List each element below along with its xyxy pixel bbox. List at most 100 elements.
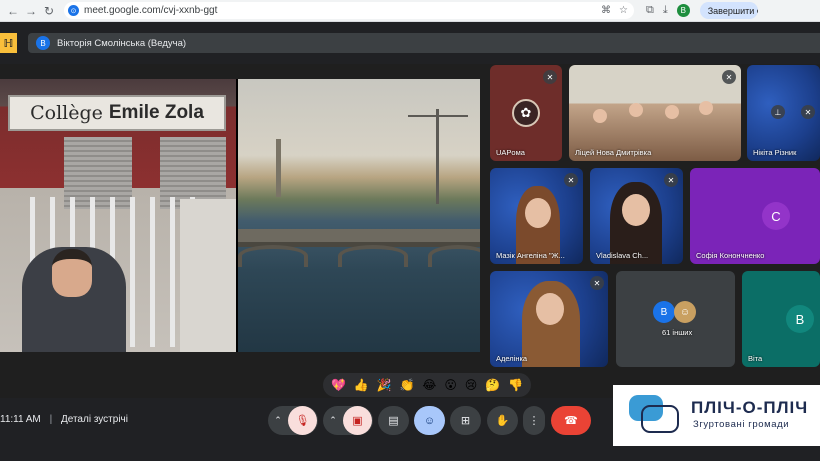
- participant-face: [536, 293, 564, 325]
- hang-up-icon: ☎: [564, 415, 578, 427]
- forward-icon[interactable]: →: [22, 2, 40, 20]
- bridge-arch: [428, 245, 480, 267]
- participant-name: Vladislava Ch...: [596, 251, 649, 260]
- mic-control-group: ⌃ 🎙: [268, 406, 318, 435]
- others-count: 61 інших: [662, 328, 693, 337]
- boy-head: [52, 249, 92, 297]
- more-vert-icon: ⋮: [528, 415, 540, 427]
- participant-name: Віта: [748, 354, 763, 363]
- thinking-reaction-icon[interactable]: 🤔: [485, 378, 500, 392]
- browser-toolbar: ← → ↻ ⊙ meet.google.com/cvj-xxnb-ggt ⌘ ☆…: [0, 0, 820, 22]
- address-bar[interactable]: ⊙ meet.google.com/cvj-xxnb-ggt ⌘ ☆: [64, 2, 634, 19]
- bookmark-star-icon[interactable]: ☆: [619, 5, 628, 16]
- eiffel-tower: [276, 139, 281, 197]
- party-reaction-icon[interactable]: 🎉: [377, 378, 392, 392]
- participant-avatar: B: [653, 301, 675, 323]
- meeting-info: 11:11 AM | Деталі зустрічі: [0, 414, 128, 425]
- presenter-label: Вікторія Смолінська (Ведуча): [57, 37, 187, 49]
- pin-icon[interactable]: ⊥: [771, 105, 785, 119]
- bridge-arch: [338, 245, 408, 267]
- brand-logo-overlay: ПЛІЧ-О-ПЛІЧ Згуртовані громади: [613, 385, 820, 446]
- others-tile[interactable]: B ☺ 61 інших: [616, 271, 735, 367]
- reactions-bar: 💖 👍 🎉 👏 😂 😮 😢 🤔 👎: [323, 373, 531, 397]
- mic-off-icon: ✕: [722, 70, 736, 84]
- mic-off-icon: ✕: [543, 70, 557, 84]
- participant-face: [525, 198, 551, 228]
- participant-avatar: ✿: [512, 99, 540, 127]
- sign-word-2: Emile Zola: [108, 102, 204, 123]
- separator: |: [49, 414, 53, 425]
- participant-name: Ліцей Нова Дмитрівка: [575, 148, 652, 157]
- presenter-avatar: B: [36, 36, 50, 50]
- reload-icon[interactable]: ↻: [40, 2, 58, 20]
- crane-arm: [408, 115, 468, 117]
- presentation-stage[interactable]: Collège Emile Zola 👏 👏 👏: [0, 79, 480, 352]
- mic-off-icon: ✕: [664, 173, 678, 187]
- student-face: [629, 103, 643, 117]
- camera-control-group: ⌃ ▣: [323, 406, 373, 435]
- participant-tile[interactable]: ✕ Аделінка: [490, 271, 608, 367]
- participant-tile[interactable]: ⊥ ✕ Нікіта Різник: [747, 65, 820, 161]
- meeting-time: 11:11 AM: [0, 414, 41, 425]
- laugh-reaction-icon[interactable]: 😂: [422, 378, 436, 392]
- logo-title: ПЛІЧ-О-ПЛІЧ: [691, 398, 809, 417]
- presenter-bar[interactable]: B Вікторія Смолінська (Ведуча): [28, 33, 820, 53]
- participant-name: Софія Конончненко: [696, 251, 765, 260]
- participant-name: Аделінка: [496, 354, 528, 363]
- heart-reaction-icon[interactable]: 💖: [331, 378, 346, 392]
- participant-tile[interactable]: B Віта: [742, 271, 820, 367]
- url-text: meet.google.com/cvj-xxnb-ggt: [84, 5, 218, 16]
- logo-bubble-outline-icon: [641, 405, 679, 433]
- back-icon[interactable]: ←: [4, 2, 22, 20]
- update-button[interactable]: Завершити о: [699, 2, 758, 19]
- participant-name: UAPoма: [496, 148, 525, 157]
- participant-avatar-image: ☺: [674, 301, 696, 323]
- bridge-arch: [238, 245, 308, 267]
- present-screen-button[interactable]: ⊞: [450, 406, 481, 435]
- pillar: [180, 199, 236, 352]
- participant-tile[interactable]: ✕ Мазік Ангеліна "Ж...: [490, 168, 583, 264]
- participant-tile[interactable]: ✕ Ліцей Нова Дмитрівка: [569, 65, 741, 161]
- camera-off-button[interactable]: ▣: [343, 406, 372, 435]
- participant-name: Мазік Ангеліна "Ж...: [496, 251, 565, 260]
- download-icon[interactable]: ⤓: [663, 4, 668, 17]
- mic-options-chevron-icon[interactable]: ⌃: [268, 415, 288, 426]
- surprised-reaction-icon[interactable]: 😮: [444, 378, 457, 392]
- mic-off-button[interactable]: 🎙: [288, 406, 317, 435]
- extensions-icon[interactable]: ⧉: [646, 4, 654, 17]
- emoji-button[interactable]: ☺: [414, 406, 445, 435]
- thumbs-up-reaction-icon[interactable]: 👍: [354, 378, 369, 392]
- present-icon: ⊞: [460, 415, 471, 427]
- clap-reaction-icon[interactable]: 👏: [400, 378, 415, 392]
- site-info-icon[interactable]: ⊙: [68, 5, 79, 16]
- profile-avatar[interactable]: B: [676, 4, 690, 17]
- sad-reaction-icon[interactable]: 😢: [465, 378, 478, 392]
- student-face: [665, 105, 679, 119]
- participant-tile[interactable]: C Софія Конончненко: [690, 168, 820, 264]
- meeting-details-link[interactable]: Деталі зустрічі: [61, 414, 128, 425]
- participant-tile[interactable]: ✿ ✕ UAPoма: [490, 65, 562, 161]
- mic-off-icon: ✕: [801, 105, 815, 119]
- camera-options-chevron-icon[interactable]: ⌃: [323, 415, 343, 426]
- sign-word-1: Collège: [30, 102, 103, 124]
- student-face: [699, 101, 713, 115]
- student-face: [593, 109, 607, 123]
- participant-name: Нікіта Різник: [753, 148, 797, 157]
- captions-button[interactable]: ▤: [378, 406, 409, 435]
- participant-tile[interactable]: ✕ Vladislava Ch...: [590, 168, 683, 264]
- school-photo: Collège Emile Zola 👏 👏 👏: [0, 79, 236, 352]
- leave-call-button[interactable]: ☎: [551, 406, 591, 435]
- logo-subtitle: Згуртовані громади: [693, 419, 790, 430]
- captions-icon: ▤: [388, 415, 399, 427]
- translate-icon[interactable]: ⌘: [601, 5, 611, 16]
- participant-face: [622, 194, 650, 226]
- mic-off-icon: ✕: [564, 173, 578, 187]
- paris-bridge-photo: [238, 79, 480, 352]
- raise-hand-button[interactable]: ✋: [487, 406, 518, 435]
- crane-mast: [436, 109, 439, 204]
- meet-app-logo-icon: ℍ: [0, 33, 17, 53]
- more-options-button[interactable]: ⋮: [523, 406, 545, 435]
- hand-icon: ✋: [495, 415, 510, 427]
- school-sign: Collège Emile Zola: [8, 95, 226, 131]
- thumbs-down-reaction-icon[interactable]: 👎: [508, 378, 523, 392]
